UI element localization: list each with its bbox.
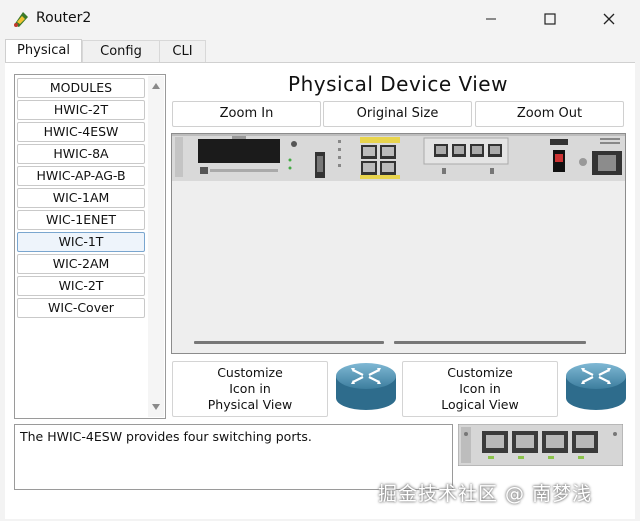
module-list-header: MODULES [17,78,145,98]
title-bar: Router2 [0,0,640,38]
module-item-wic-2am[interactable]: WIC-2AM [17,254,145,274]
module-item-wic-1enet[interactable]: WIC-1ENET [17,210,145,230]
scroll-up-arrow-icon[interactable] [152,83,160,89]
packet-tracer-app-icon [14,12,28,27]
router-icon [566,363,626,410]
module-item-hwic-2t[interactable]: HWIC-2T [17,100,145,120]
device-viewport [171,133,626,354]
customize-logical-line3: Logical View [441,397,519,412]
module-description-text: The HWIC-4ESW provides four switching po… [20,429,312,444]
physical-device-view-title: Physical Device View [288,72,508,96]
module-item-hwic-8a[interactable]: HWIC-8A [17,144,145,164]
maximize-button[interactable] [527,0,573,38]
customize-logical-line1: Customize [447,365,513,380]
watermark-text: 掘金技术社区 @ 南梦浅 [378,483,593,505]
minimize-button[interactable] [468,0,514,38]
customize-physical-line1: Customize [217,365,283,380]
customize-physical-view-icon-button[interactable]: Customize Icon in Physical View [172,361,328,417]
close-button[interactable] [586,0,632,38]
customize-logical-line2: Icon in [459,381,501,396]
scroll-down-arrow-icon[interactable] [152,404,160,410]
module-item-wic-cover[interactable]: WIC-Cover [17,298,145,318]
module-item-wic-1t[interactable]: WIC-1T [17,232,145,252]
maximize-icon [544,13,556,25]
original-size-button[interactable]: Original Size [323,101,472,127]
customize-physical-line3: Physical View [207,397,293,412]
module-item-wic-1am[interactable]: WIC-1AM [17,188,145,208]
zoom-out-button[interactable]: Zoom Out [475,101,624,127]
close-icon [603,13,615,25]
module-item-hwic-ap-ag-b[interactable]: HWIC-AP-AG-B [17,166,145,186]
module-item-hwic-4esw[interactable]: HWIC-4ESW [17,122,145,142]
tab-cli[interactable]: CLI [159,40,206,62]
minimize-icon [486,18,496,20]
window-title: Router2 [36,10,92,26]
module-list: MODULES HWIC-2T HWIC-4ESW HWIC-8A HWIC-A… [14,74,166,419]
viewport-scroll-track-left[interactable] [194,341,384,344]
tab-physical[interactable]: Physical [5,39,82,63]
router-chassis-image [172,134,625,181]
viewport-scroll-track-right[interactable] [394,341,586,344]
tab-config[interactable]: Config [82,40,160,62]
customize-physical-line2: Icon in [229,381,271,396]
module-list-scrollbar[interactable] [148,76,164,417]
hwic-4esw-module-image [458,424,623,466]
module-item-wic-2t[interactable]: WIC-2T [17,276,145,296]
customize-logical-view-icon-button[interactable]: Customize Icon in Logical View [402,361,558,417]
router-icon [336,363,396,410]
zoom-in-button[interactable]: Zoom In [172,101,321,127]
